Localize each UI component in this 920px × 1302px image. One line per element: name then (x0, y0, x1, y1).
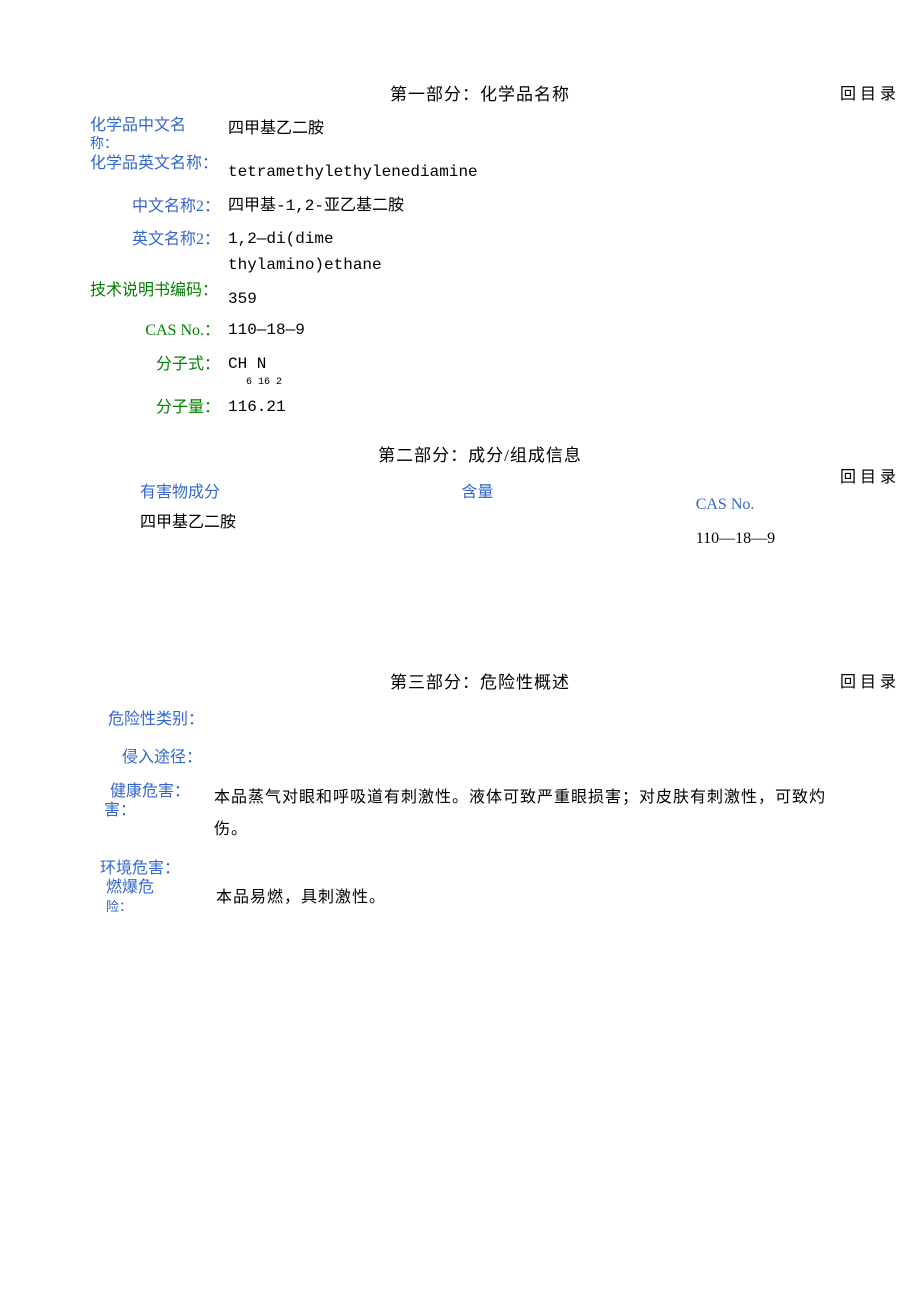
field-cas-no: CAS No.： 110—18—9 (90, 318, 870, 344)
value-chinese-name-2: 四甲基-1,2-亚乙基二胺 (228, 194, 404, 220)
field-english-name: 化学品英文名称： tetramethylethylenediamine (90, 154, 870, 186)
label-tech-code: 技术说明书编码： (90, 281, 228, 302)
section-1-title: 第一部分：化学品名称 (90, 80, 870, 105)
section-2-header: 第二部分：成分/组成信息 回目录 (90, 441, 870, 466)
field-hazard-category: 危险性类别： (90, 705, 870, 735)
value-tech-code: 359 (228, 281, 257, 313)
label-fire-hazard: 燃爆危 险： (90, 878, 216, 916)
section-3-title: 第三部分：危险性概述 (90, 668, 870, 693)
field-mol-weight: 分子量： 116.21 (90, 395, 870, 421)
field-tech-code: 技术说明书编码： 359 (90, 281, 870, 313)
field-chinese-name-2: 中文名称2： 四甲基-1,2-亚乙基二胺 (90, 194, 870, 220)
label-formula: 分子式： (90, 352, 228, 378)
label-english-name-2: 英文名称2： (90, 227, 228, 253)
label-chinese-name-2: 中文名称2： (90, 194, 228, 220)
section-2-title: 第二部分：成分/组成信息 (90, 441, 870, 466)
label-mol-weight: 分子量： (90, 395, 228, 421)
value-mol-weight: 116.21 (228, 395, 286, 421)
field-fire-hazard: 燃爆危 险： 本品易燃，具刺激性。 (90, 878, 870, 916)
label-health-hazard: 健康危害： 害： (90, 782, 214, 820)
value-english-name: tetramethylethylenediamine (228, 154, 478, 186)
label-chinese-name: 化学品中文名 称： (90, 117, 228, 152)
field-english-name-2: 英文名称2： 1,2—di(dime thylamino)ethane (90, 227, 870, 278)
cell-cas: 110—18—9 (636, 508, 870, 548)
section-2-table: 有害物成分 含量 CAS No. 四甲基乙二胺 110—18—9 (90, 478, 870, 548)
back-to-toc-link-1[interactable]: 回目录 (840, 80, 900, 104)
section-1-body: 化学品中文名 称： 四甲基乙二胺 化学品英文名称： tetramethyleth… (90, 117, 870, 421)
formula-subscript: 6 16 2 (228, 375, 282, 391)
label-entry-route: 侵入途径： (90, 743, 232, 773)
field-health-hazard: 健康危害： 害： 本品蒸气对眼和呼吸道有刺激性。液体可致严重眼损害；对皮肤有刺激… (90, 782, 870, 846)
value-formula: CH N 6 16 2 (228, 352, 282, 392)
value-english-name-2: 1,2—di(dime thylamino)ethane (228, 227, 458, 278)
cell-content (401, 508, 635, 548)
field-formula: 分子式： CH N 6 16 2 (90, 352, 870, 392)
value-chinese-name: 四甲基乙二胺 (228, 117, 324, 143)
label-english-name: 化学品英文名称： (90, 154, 228, 175)
field-entry-route: 侵入途径： (90, 743, 870, 773)
value-fire-hazard: 本品易燃，具刺激性。 (216, 878, 870, 914)
table-row: 四甲基乙二胺 110—18—9 (90, 508, 870, 548)
label-hazard-category: 危险性类别： (90, 705, 218, 735)
section-1-header: 第一部分：化学品名称 回目录 (90, 80, 870, 105)
back-to-toc-link-3[interactable]: 回目录 (840, 668, 900, 692)
label-cas-no: CAS No.： (90, 318, 228, 344)
field-chinese-name: 化学品中文名 称： 四甲基乙二胺 (90, 117, 870, 152)
value-cas-no: 110—18—9 (228, 318, 305, 344)
document-page: 第一部分：化学品名称 回目录 化学品中文名 称： 四甲基乙二胺 化学品英文名称：… (0, 0, 920, 964)
value-health-hazard: 本品蒸气对眼和呼吸道有刺激性。液体可致严重眼损害；对皮肤有刺激性，可致灼伤。 (214, 782, 870, 846)
section-3-header: 第三部分：危险性概述 回目录 (90, 668, 870, 693)
section-3-body: 危险性类别： 侵入途径： 健康危害： 害： 本品蒸气对眼和呼吸道有刺激性。液体可… (90, 705, 870, 917)
cell-component: 四甲基乙二胺 (90, 508, 401, 548)
